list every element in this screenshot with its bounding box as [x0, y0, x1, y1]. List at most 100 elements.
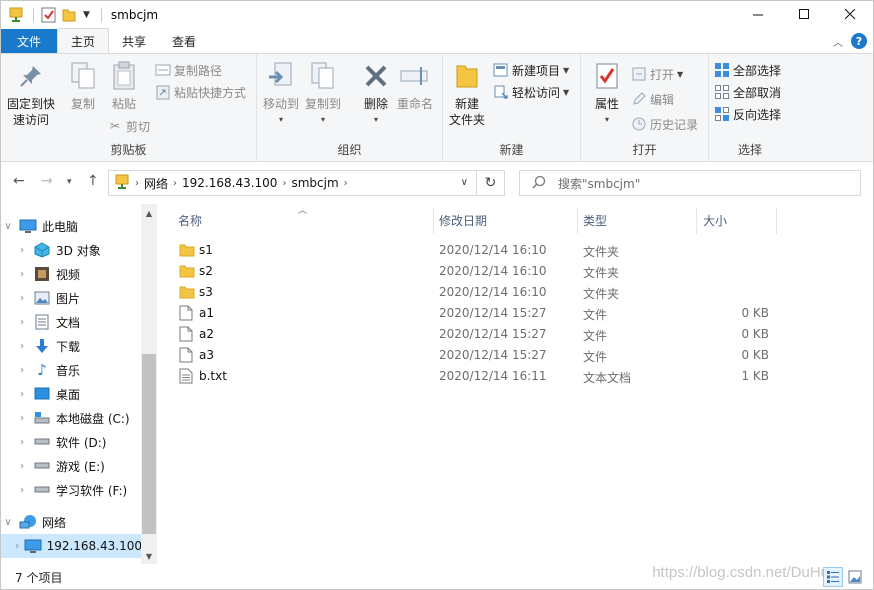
- breadcrumb-share[interactable]: smbcjm: [291, 176, 338, 190]
- nav-item-drive-f[interactable]: › 学习软件 (F:): [1, 478, 142, 502]
- scroll-down-icon[interactable]: ▼: [141, 552, 157, 561]
- breadcrumb-host[interactable]: 192.168.43.100: [182, 176, 277, 190]
- list-item[interactable]: s2 2020/12/14 16:10 文件夹: [161, 261, 873, 282]
- paste-button[interactable]: 粘贴: [108, 60, 140, 112]
- select-none-button[interactable]: 全部取消: [714, 82, 781, 102]
- details-view-icon[interactable]: [823, 567, 843, 587]
- sort-ascending-icon: ︿: [298, 206, 308, 216]
- customize-quick-access-icon[interactable]: ▼: [83, 10, 90, 20]
- collapse-chevron-icon[interactable]: ∨: [1, 221, 15, 232]
- expand-chevron-icon[interactable]: ›: [15, 317, 29, 328]
- new-item-button[interactable]: 新建项目 ▼: [493, 60, 569, 80]
- expand-chevron-icon[interactable]: ›: [15, 461, 29, 472]
- chevron-up-icon[interactable]: ︿: [833, 34, 843, 49]
- expand-chevron-icon[interactable]: ›: [15, 413, 29, 424]
- cut-button[interactable]: ✂ 剪切: [107, 116, 150, 136]
- search-box[interactable]: 搜索"smbcjm": [519, 170, 861, 196]
- address-history-dropdown-icon[interactable]: ∨: [461, 177, 468, 188]
- history-button[interactable]: 历史记录: [631, 114, 698, 134]
- move-to-button[interactable]: 移动到 ▾: [263, 60, 299, 128]
- easy-access-button[interactable]: 轻松访问 ▼: [493, 82, 569, 102]
- close-button[interactable]: [827, 1, 873, 27]
- new-folder-button[interactable]: 新建 文件夹: [449, 60, 485, 128]
- delete-x-icon: [360, 60, 392, 92]
- nav-item-videos[interactable]: › 视频: [1, 262, 142, 286]
- app-icon[interactable]: [7, 6, 25, 24]
- new-folder-icon[interactable]: [60, 6, 78, 24]
- select-all-button[interactable]: 全部选择: [714, 60, 781, 80]
- tab-view[interactable]: 查看: [159, 29, 209, 53]
- rename-button[interactable]: 重命名: [397, 60, 433, 112]
- nav-item-3d-objects[interactable]: › 3D 对象: [1, 238, 142, 262]
- collapse-chevron-icon[interactable]: ∨: [1, 517, 15, 528]
- nav-item-drive-e[interactable]: › 游戏 (E:): [1, 454, 142, 478]
- back-arrow-icon[interactable]: ←: [13, 173, 25, 189]
- edit-button[interactable]: 编辑: [631, 89, 674, 109]
- nav-item-drive-c[interactable]: › 本地磁盘 (C:): [1, 406, 142, 430]
- properties-icon[interactable]: [39, 6, 57, 24]
- help-icon[interactable]: ?: [851, 33, 867, 49]
- open-button[interactable]: 打开 ▼: [631, 64, 683, 84]
- window-title: smbcjm: [110, 7, 159, 22]
- download-icon: [33, 338, 51, 354]
- forward-arrow-icon[interactable]: →: [41, 173, 53, 189]
- invert-selection-button[interactable]: 反向选择: [714, 104, 781, 124]
- properties-button[interactable]: 属性 ▾: [591, 60, 623, 128]
- expand-chevron-icon[interactable]: ›: [15, 269, 29, 280]
- nav-pane-scrollbar[interactable]: ▲ ▼: [141, 204, 157, 564]
- paste-shortcut-button[interactable]: 粘贴快捷方式: [155, 82, 246, 102]
- nav-item-this-pc[interactable]: ∨ 此电脑: [1, 214, 142, 238]
- delete-button[interactable]: 删除 ▾: [360, 60, 392, 128]
- expand-chevron-icon[interactable]: ›: [15, 341, 29, 352]
- expand-chevron-icon[interactable]: ›: [15, 437, 29, 448]
- expand-chevron-icon[interactable]: ›: [15, 389, 29, 400]
- list-item[interactable]: a3 2020/12/14 15:27 文件 0 KB: [161, 345, 873, 366]
- column-header-name[interactable]: 名称: [178, 204, 202, 236]
- pin-icon: [15, 60, 47, 92]
- list-item[interactable]: a1 2020/12/14 15:27 文件 0 KB: [161, 303, 873, 324]
- copy-button[interactable]: 复制: [67, 60, 99, 112]
- nav-item-network[interactable]: ∨ 网络: [1, 510, 142, 534]
- refresh-button[interactable]: ↻: [477, 170, 505, 196]
- scroll-up-icon[interactable]: ▲: [141, 209, 157, 218]
- column-header-date[interactable]: 修改日期: [439, 204, 487, 236]
- copy-to-button[interactable]: 复制到 ▾: [305, 60, 341, 128]
- breadcrumb-network[interactable]: 网络: [144, 175, 168, 192]
- pin-quick-access-button[interactable]: 固定到快 速访问: [7, 60, 55, 128]
- nav-item-documents[interactable]: › 文档: [1, 310, 142, 334]
- tab-share[interactable]: 共享: [109, 29, 159, 53]
- copy-path-button[interactable]: 复制路径: [155, 60, 222, 80]
- file-icon: [179, 305, 195, 321]
- scrollbar-thumb[interactable]: [142, 354, 156, 534]
- window-controls: [735, 1, 873, 27]
- address-bar[interactable]: › 网络 › 192.168.43.100 › smbcjm › ∨: [108, 170, 477, 196]
- list-item[interactable]: a2 2020/12/14 15:27 文件 0 KB: [161, 324, 873, 345]
- nav-item-music[interactable]: › ♪ 音乐: [1, 358, 142, 382]
- file-icon: [179, 326, 195, 342]
- minimize-button[interactable]: [735, 1, 781, 27]
- column-header-size[interactable]: 大小: [703, 204, 727, 236]
- nav-item-pictures[interactable]: › 图片: [1, 286, 142, 310]
- up-arrow-icon[interactable]: ↑: [87, 173, 99, 189]
- maximize-button[interactable]: [781, 1, 827, 27]
- list-item[interactable]: s1 2020/12/14 16:10 文件夹: [161, 240, 873, 261]
- expand-chevron-icon[interactable]: ›: [15, 541, 20, 552]
- list-item[interactable]: s3 2020/12/14 16:10 文件夹: [161, 282, 873, 303]
- select-group: 全部选择 全部取消 反向选择 选择: [709, 54, 791, 161]
- list-item[interactable]: b.txt 2020/12/14 16:11 文本文档 1 KB: [161, 366, 873, 387]
- open-group: 属性 ▾ 打开 ▼ 编辑 历史记录 打开: [581, 54, 709, 161]
- nav-item-host[interactable]: › 192.168.43.100: [1, 534, 142, 558]
- expand-chevron-icon[interactable]: ›: [15, 365, 29, 376]
- large-icons-view-icon[interactable]: [845, 567, 865, 587]
- expand-chevron-icon[interactable]: ›: [15, 245, 29, 256]
- nav-item-downloads[interactable]: › 下载: [1, 334, 142, 358]
- tab-file[interactable]: 文件: [1, 29, 57, 53]
- recent-locations-icon[interactable]: ▾: [67, 177, 72, 187]
- expand-chevron-icon[interactable]: ›: [15, 293, 29, 304]
- copy-to-icon: [307, 60, 339, 92]
- expand-chevron-icon[interactable]: ›: [15, 485, 29, 496]
- column-header-type[interactable]: 类型: [583, 204, 607, 236]
- nav-item-drive-d[interactable]: › 软件 (D:): [1, 430, 142, 454]
- nav-item-desktop[interactable]: › 桌面: [1, 382, 142, 406]
- tab-home[interactable]: 主页: [57, 28, 110, 53]
